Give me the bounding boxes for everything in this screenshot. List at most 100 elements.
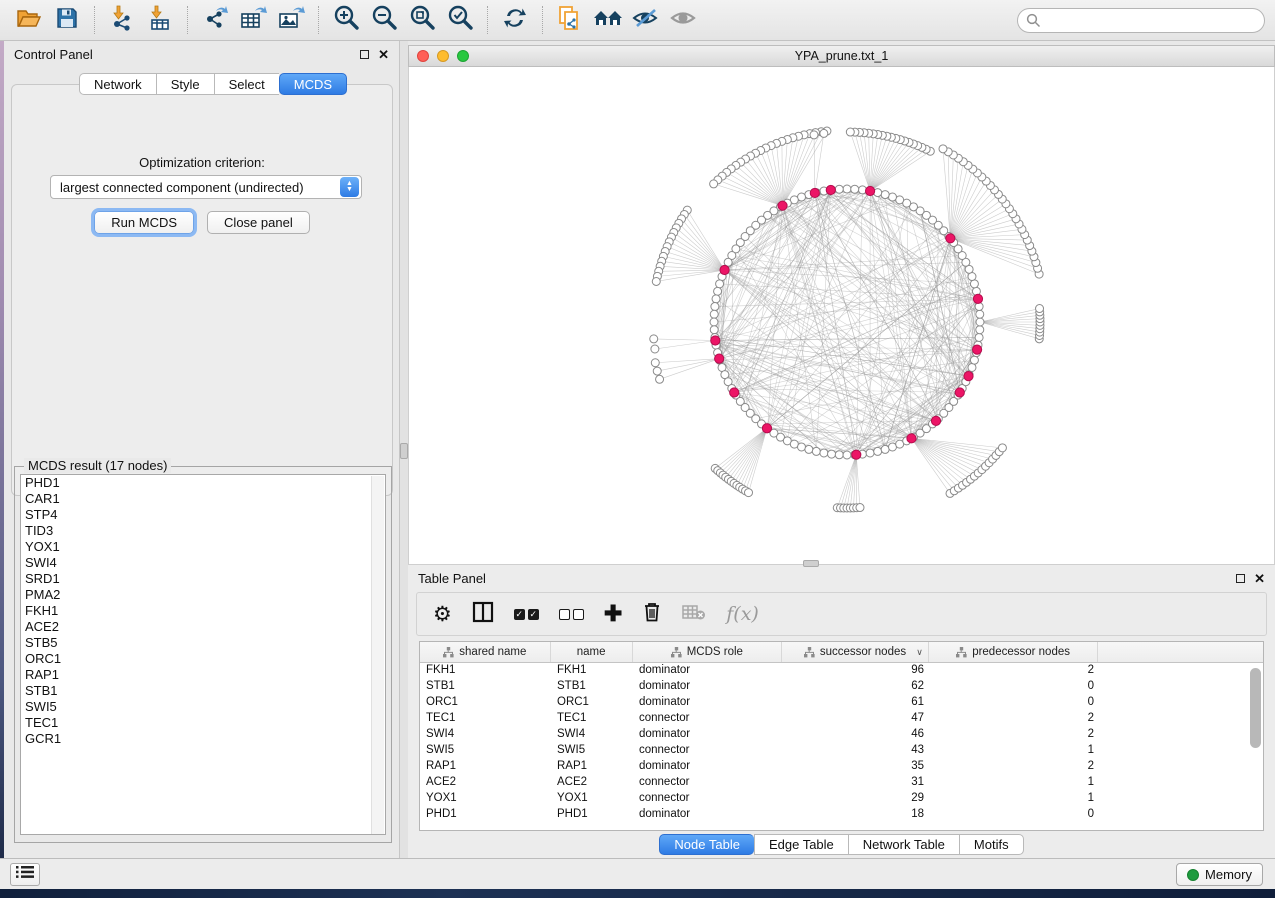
column-header-predecessor-nodes[interactable]: predecessor nodes: [929, 642, 1099, 662]
open-file-button[interactable]: [12, 4, 46, 36]
column-visibility-button[interactable]: [472, 601, 494, 628]
table-cell[interactable]: 96: [783, 663, 930, 679]
network-node[interactable]: [710, 180, 718, 188]
mcds-result-item[interactable]: STP4: [21, 507, 385, 523]
table-cell[interactable]: connector: [633, 791, 783, 807]
network-node[interactable]: [710, 310, 718, 318]
run-mcds-button[interactable]: Run MCDS: [94, 211, 194, 234]
network-node[interactable]: [650, 335, 658, 343]
table-row[interactable]: TEC1TEC1connector472: [420, 711, 1263, 727]
table-cell[interactable]: 0: [930, 679, 1100, 695]
mcds-result-item[interactable]: FKH1: [21, 603, 385, 619]
mcds-result-item[interactable]: CAR1: [21, 491, 385, 507]
table-cell[interactable]: SWI4: [420, 727, 551, 743]
network-node[interactable]: [939, 145, 947, 153]
mcds-result-item[interactable]: GCR1: [21, 731, 385, 747]
save-session-button[interactable]: [50, 4, 84, 36]
tab-select[interactable]: Select: [214, 73, 279, 95]
optimization-criterion-select[interactable]: largest connected component (undirected)…: [50, 175, 362, 199]
table-cell[interactable]: dominator: [633, 663, 783, 679]
network-hub-node[interactable]: [762, 424, 771, 433]
network-node[interactable]: [998, 444, 1006, 452]
network-node[interactable]: [714, 287, 722, 295]
network-node[interactable]: [656, 375, 664, 383]
network-hub-node[interactable]: [711, 336, 720, 345]
network-hub-node[interactable]: [826, 185, 835, 194]
mcds-result-item[interactable]: RAP1: [21, 667, 385, 683]
table-cell[interactable]: connector: [633, 775, 783, 791]
mcds-result-item[interactable]: TID3: [21, 523, 385, 539]
network-node[interactable]: [710, 318, 718, 326]
table-cell[interactable]: 0: [930, 695, 1100, 711]
network-hub-node[interactable]: [972, 345, 981, 354]
close-panel-button[interactable]: Close panel: [207, 211, 310, 234]
network-node[interactable]: [812, 447, 820, 455]
zoom-fit-button[interactable]: [405, 4, 439, 36]
table-cell[interactable]: 2: [930, 663, 1100, 679]
network-node[interactable]: [716, 280, 724, 288]
table-cell[interactable]: SWI5: [551, 743, 633, 759]
table-cell[interactable]: PHD1: [420, 807, 551, 823]
splitter-knob[interactable]: [400, 443, 408, 459]
mcds-result-item[interactable]: YOX1: [21, 539, 385, 555]
table-cell[interactable]: 35: [783, 759, 930, 775]
export-image-button[interactable]: [274, 4, 308, 36]
tab-network-table[interactable]: Network Table: [848, 834, 959, 855]
show-all-button[interactable]: [667, 4, 701, 36]
table-cell[interactable]: TEC1: [551, 711, 633, 727]
mcds-result-item[interactable]: TEC1: [21, 715, 385, 731]
export-table-button[interactable]: [236, 4, 270, 36]
table-row[interactable]: ORC1ORC1dominator610: [420, 695, 1263, 711]
table-cell[interactable]: YOX1: [420, 791, 551, 807]
mcds-list-scrollbar[interactable]: [371, 476, 384, 835]
table-cell[interactable]: 46: [783, 727, 930, 743]
mcds-result-item[interactable]: STB5: [21, 635, 385, 651]
table-cell[interactable]: SWI5: [420, 743, 551, 759]
network-node[interactable]: [846, 128, 854, 136]
table-cell[interactable]: RAP1: [551, 759, 633, 775]
tab-edge-table[interactable]: Edge Table: [754, 834, 848, 855]
column-header-successor-nodes[interactable]: successor nodes∨: [782, 642, 929, 662]
add-column-button[interactable]: ✚: [604, 601, 622, 627]
network-node[interactable]: [652, 277, 660, 285]
table-cell[interactable]: 2: [930, 759, 1100, 775]
network-node[interactable]: [970, 280, 978, 288]
network-node[interactable]: [745, 489, 753, 497]
float-panel-icon[interactable]: [360, 50, 369, 59]
table-cell[interactable]: ORC1: [551, 695, 633, 711]
network-node[interactable]: [711, 303, 719, 311]
network-node[interactable]: [968, 363, 976, 371]
network-node[interactable]: [843, 451, 851, 459]
table-scrollbar-thumb[interactable]: [1250, 668, 1261, 748]
mcds-result-item[interactable]: SWI5: [21, 699, 385, 715]
select-all-rows-button[interactable]: ✓✓: [514, 609, 539, 620]
network-window-titlebar[interactable]: YPA_prune.txt_1: [408, 45, 1275, 67]
table-cell[interactable]: FKH1: [420, 663, 551, 679]
table-row[interactable]: ACE2ACE2connector311: [420, 775, 1263, 791]
mcds-result-item[interactable]: PMA2: [21, 587, 385, 603]
table-cell[interactable]: connector: [633, 711, 783, 727]
network-node[interactable]: [970, 356, 978, 364]
mcds-result-item[interactable]: ORC1: [21, 651, 385, 667]
table-cell[interactable]: dominator: [633, 807, 783, 823]
network-hub-node[interactable]: [973, 294, 982, 303]
table-cell[interactable]: STB1: [551, 679, 633, 695]
first-neighbors-button[interactable]: [591, 4, 625, 36]
table-cell[interactable]: 31: [783, 775, 930, 791]
mcds-result-item[interactable]: STB1: [21, 683, 385, 699]
table-cell[interactable]: 61: [783, 695, 930, 711]
network-node[interactable]: [866, 449, 874, 457]
tab-network[interactable]: Network: [79, 73, 156, 95]
table-cell[interactable]: connector: [633, 743, 783, 759]
table-row[interactable]: SWI5SWI5connector431: [420, 743, 1263, 759]
network-node[interactable]: [856, 504, 864, 512]
deselect-all-rows-button[interactable]: [559, 609, 584, 620]
zoom-selected-button[interactable]: [443, 4, 477, 36]
table-cell[interactable]: 2: [930, 711, 1100, 727]
table-cell[interactable]: ACE2: [420, 775, 551, 791]
refresh-view-button[interactable]: [498, 4, 532, 36]
table-cell[interactable]: 2: [930, 727, 1100, 743]
network-node[interactable]: [843, 185, 851, 193]
table-cell[interactable]: 62: [783, 679, 930, 695]
table-cell[interactable]: dominator: [633, 727, 783, 743]
